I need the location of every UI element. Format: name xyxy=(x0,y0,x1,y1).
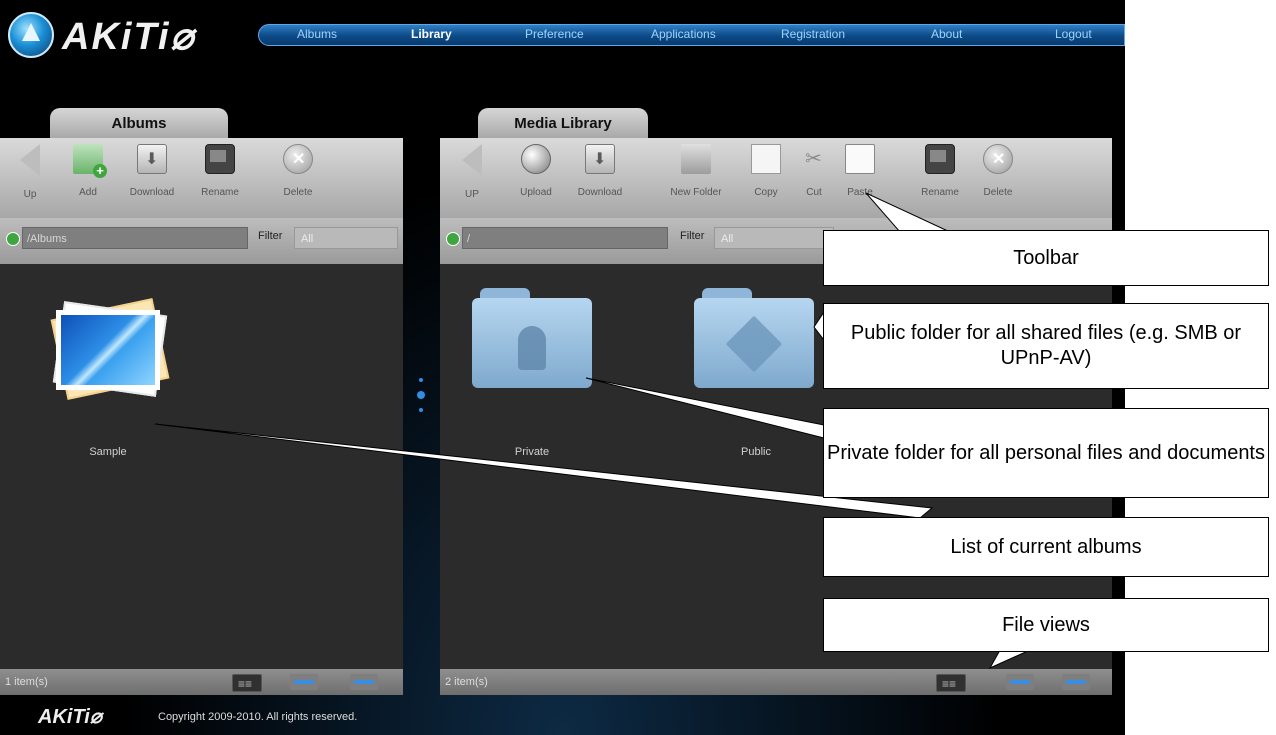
albums-item-count: 1 item(s) xyxy=(5,676,48,688)
library-status-bar: 2 item(s) xyxy=(440,669,1112,697)
library-download-label: Download xyxy=(577,187,623,198)
library-rename-button[interactable]: Rename xyxy=(910,144,970,198)
library-rename-label: Rename xyxy=(921,187,959,198)
private-folder-label[interactable]: Private xyxy=(502,446,562,458)
refresh-icon[interactable] xyxy=(6,232,20,246)
albums-up-label: Up xyxy=(23,189,37,200)
library-new-folder-label: New Folder xyxy=(670,187,722,198)
albums-download-button[interactable]: Download xyxy=(122,144,182,198)
akitio-logo-icon xyxy=(8,12,54,58)
library-path-input[interactable]: / xyxy=(462,227,668,249)
download-icon xyxy=(137,144,167,174)
add-album-icon xyxy=(73,144,107,178)
public-folder-label[interactable]: Public xyxy=(726,446,786,458)
tab-media-library[interactable]: Media Library xyxy=(478,108,648,138)
back-arrow-icon xyxy=(20,144,40,176)
albums-status-bar: 1 item(s) xyxy=(0,669,403,697)
albums-rename-button[interactable]: Rename xyxy=(190,144,250,198)
albums-filter-label: Filter xyxy=(258,230,283,242)
albums-delete-label: Delete xyxy=(283,187,313,198)
albums-filter-select[interactable]: All xyxy=(294,227,398,249)
grid-view-icon[interactable] xyxy=(232,671,262,697)
footer-logo: AKiTi⌀ xyxy=(38,706,102,728)
detail-view-icon[interactable] xyxy=(1062,674,1090,690)
albums-list: Sample xyxy=(0,264,403,669)
library-upload-label: Upload xyxy=(520,187,552,198)
grid-view-icon[interactable] xyxy=(936,671,966,697)
album-photos-icon[interactable] xyxy=(48,298,170,408)
library-up-label: UP xyxy=(465,189,479,200)
library-filter-label: Filter xyxy=(680,230,705,242)
albums-toolbar: Up Add Download Rename Delete xyxy=(0,138,403,218)
library-item-count: 2 item(s) xyxy=(445,676,488,688)
copy-icon xyxy=(751,144,781,174)
library-new-folder-button[interactable]: New Folder xyxy=(666,144,726,198)
library-up-button[interactable]: UP xyxy=(442,144,502,200)
albums-download-label: Download xyxy=(129,187,175,198)
library-paste-button[interactable]: Paste xyxy=(830,144,890,198)
nav-logout[interactable]: Logout xyxy=(1055,27,1092,41)
albums-panel: Up Add Download Rename Delete /Albums Fi xyxy=(0,138,403,697)
callout-toolbar: Toolbar xyxy=(823,230,1269,286)
albums-rename-label: Rename xyxy=(201,187,239,198)
albums-path-input[interactable]: /Albums xyxy=(22,227,248,249)
library-filter-select[interactable]: All xyxy=(714,227,834,249)
callout-private-folder: Private folder for all personal files an… xyxy=(823,408,1269,498)
library-download-button[interactable]: Download xyxy=(570,144,630,198)
list-view-icon[interactable] xyxy=(1006,674,1034,690)
panel-splitter[interactable] xyxy=(417,378,425,421)
private-folder-icon[interactable] xyxy=(472,288,592,388)
paste-icon xyxy=(845,144,875,174)
albums-add-label: Add xyxy=(79,187,97,198)
callout-public-folder: Public folder for all shared files (e.g.… xyxy=(823,303,1269,389)
list-view-icon[interactable] xyxy=(290,674,318,690)
nav-applications[interactable]: Applications xyxy=(651,27,716,41)
library-toolbar: UP Upload Download New Folder Copy Cut xyxy=(440,138,1112,218)
detail-view-icon[interactable] xyxy=(350,674,378,690)
nav-albums[interactable]: Albums xyxy=(297,27,337,41)
albums-delete-button[interactable]: Delete xyxy=(268,144,328,198)
albums-path-bar: /Albums Filter All xyxy=(0,218,403,264)
cut-scissors-icon xyxy=(799,144,829,174)
upload-globe-icon xyxy=(521,144,551,174)
footer-copyright: Copyright 2009-2010. All rights reserved… xyxy=(158,711,358,723)
back-arrow-icon xyxy=(462,144,482,176)
callout-albums-list: List of current albums xyxy=(823,517,1269,577)
refresh-icon[interactable] xyxy=(446,232,460,246)
albums-add-button[interactable]: Add xyxy=(58,144,118,198)
library-upload-button[interactable]: Upload xyxy=(506,144,566,198)
nav-library[interactable]: Library xyxy=(411,27,452,41)
album-item-label[interactable]: Sample xyxy=(78,446,138,458)
main-navigation: Albums Library Preference Applications R… xyxy=(258,24,1125,46)
delete-icon xyxy=(983,144,1013,174)
new-folder-icon xyxy=(681,144,711,174)
nav-about[interactable]: About xyxy=(931,27,962,41)
library-paste-label: Paste xyxy=(847,187,873,198)
library-delete-button[interactable]: Delete xyxy=(968,144,1028,198)
brand-logo-text: AKiTi⌀ xyxy=(62,16,196,58)
rename-icon xyxy=(925,144,955,174)
tab-albums[interactable]: Albums xyxy=(50,108,228,138)
library-delete-label: Delete xyxy=(983,187,1013,198)
public-folder-icon[interactable] xyxy=(694,288,814,388)
rename-icon xyxy=(205,144,235,174)
nav-preference[interactable]: Preference xyxy=(525,27,584,41)
nav-registration[interactable]: Registration xyxy=(781,27,845,41)
download-icon xyxy=(585,144,615,174)
delete-icon xyxy=(283,144,313,174)
albums-up-button[interactable]: Up xyxy=(0,144,60,200)
callout-file-views: File views xyxy=(823,598,1269,652)
